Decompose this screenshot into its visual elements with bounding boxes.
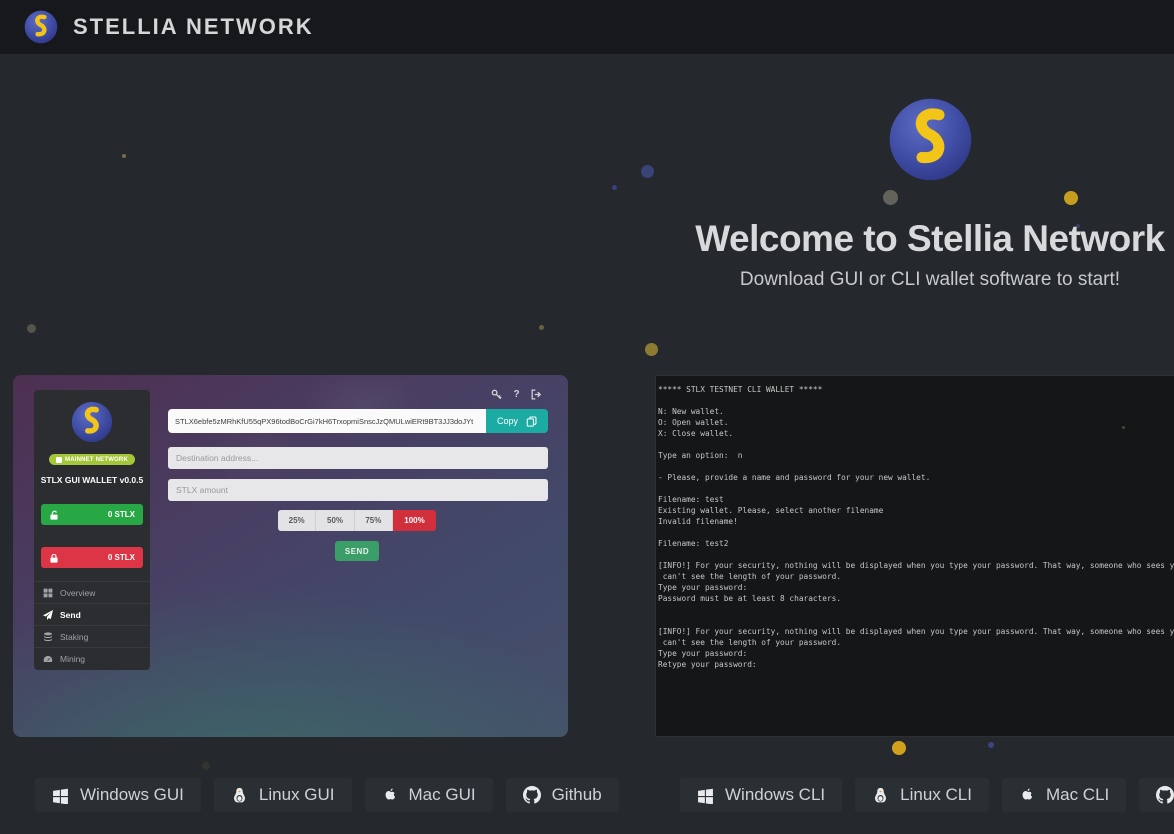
percent-25-button[interactable]: 25% xyxy=(278,510,316,531)
brand-link[interactable]: STELLIA NETWORK xyxy=(24,10,314,44)
download-mac-cli-button[interactable]: Mac CLI xyxy=(1002,778,1126,812)
windows-icon xyxy=(52,787,69,804)
menu-item-label: Staking xyxy=(60,632,88,642)
download-button-label: Windows CLI xyxy=(725,785,825,805)
key-icon[interactable] xyxy=(491,389,502,400)
decorative-dot xyxy=(202,762,210,770)
download-button-label: Mac GUI xyxy=(409,785,476,805)
wallet-address-field[interactable]: STLX6ebfe5zMRhKfU55qPX96todBoCrGi7kH6Trx… xyxy=(168,409,486,433)
gui-wallet-preview: MAINNET NETWORK STLX GUI WALLET v0.0.5 0… xyxy=(13,375,568,737)
menu-item-label: Overview xyxy=(60,588,95,598)
stellia-landing-page: STELLIA NETWORK Welcome to Stellia Netwo… xyxy=(0,0,1174,834)
server-icon xyxy=(56,457,62,463)
tux-icon xyxy=(872,787,889,804)
download-button-label: Github xyxy=(552,785,602,805)
download-button-label: Linux GUI xyxy=(259,785,335,805)
gui-download-group: Windows GUI Linux GUI Mac GUI Github xyxy=(35,778,619,812)
destination-address-input[interactable] xyxy=(168,447,548,469)
stellia-logo-icon xyxy=(71,401,113,443)
cli-download-group: Windows CLI Linux CLI Mac CLI Github xyxy=(680,778,1174,812)
unlocked-balance-value: 0 STLX xyxy=(108,510,135,519)
tux-icon xyxy=(231,787,248,804)
wallet-toolbar: ? xyxy=(491,389,542,400)
network-badge: MAINNET NETWORK xyxy=(49,454,135,465)
github-gui-button[interactable]: Github xyxy=(506,778,619,812)
menu-item-mining[interactable]: Mining xyxy=(34,647,150,669)
decorative-dot xyxy=(539,325,544,330)
download-button-label: Windows GUI xyxy=(80,785,184,805)
percent-50-button[interactable]: 50% xyxy=(316,510,354,531)
decorative-dot xyxy=(645,343,658,356)
decorative-dot xyxy=(892,741,906,755)
navbar-title: STELLIA NETWORK xyxy=(73,14,314,40)
percent-75-button[interactable]: 75% xyxy=(355,510,393,531)
hero-section: Welcome to Stellia Network Download GUI … xyxy=(650,97,1174,291)
download-linux-cli-button[interactable]: Linux CLI xyxy=(855,778,989,812)
wallet-address-row: STLX6ebfe5zMRhKfU55qPX96todBoCrGi7kH6Trx… xyxy=(168,409,548,433)
menu-item-overview[interactable]: Overview xyxy=(34,581,150,603)
page-subtitle: Download GUI or CLI wallet software to s… xyxy=(650,269,1174,291)
decorative-dot xyxy=(1122,426,1125,429)
unlocked-balance-button[interactable]: 0 STLX xyxy=(41,504,143,525)
stack-icon xyxy=(43,632,53,642)
windows-icon xyxy=(697,787,714,804)
navbar: STELLIA NETWORK xyxy=(0,0,1174,54)
locked-balance-value: 0 STLX xyxy=(108,553,135,562)
copy-button-label: Copy xyxy=(497,416,518,426)
help-icon[interactable]: ? xyxy=(511,389,522,400)
github-cli-button[interactable]: Github xyxy=(1139,778,1174,812)
stellia-logo-icon xyxy=(888,97,973,182)
decorative-dot xyxy=(27,324,36,333)
copy-icon xyxy=(526,416,537,427)
apple-icon xyxy=(1019,787,1035,803)
copy-address-button[interactable]: Copy xyxy=(486,409,548,433)
paper-plane-icon xyxy=(43,610,53,620)
page-title: Welcome to Stellia Network xyxy=(650,218,1174,260)
download-button-label: Mac CLI xyxy=(1046,785,1109,805)
wallet-menu: Overview Send Staking xyxy=(34,581,150,669)
menu-item-staking[interactable]: Staking xyxy=(34,625,150,647)
grid-icon xyxy=(43,588,53,598)
lock-icon xyxy=(49,553,59,563)
decorative-dot xyxy=(122,154,126,158)
download-linux-gui-button[interactable]: Linux GUI xyxy=(214,778,352,812)
gauge-icon xyxy=(43,654,53,664)
decorative-dot xyxy=(612,185,617,190)
menu-item-label: Send xyxy=(60,610,81,620)
decorative-dot xyxy=(988,742,994,748)
github-icon xyxy=(523,786,541,804)
github-icon xyxy=(1156,786,1174,804)
network-badge-label: MAINNET NETWORK xyxy=(65,457,128,463)
wallet-sidebar: MAINNET NETWORK STLX GUI WALLET v0.0.5 0… xyxy=(34,390,150,670)
locked-balance-button[interactable]: 0 STLX xyxy=(41,547,143,568)
cli-wallet-terminal: ***** STLX TESTNET CLI WALLET *****N: Ne… xyxy=(655,375,1174,737)
download-windows-gui-button[interactable]: Windows GUI xyxy=(35,778,201,812)
menu-item-send[interactable]: Send xyxy=(34,603,150,625)
percent-button-group: 25% 50% 75% 100% xyxy=(278,510,436,531)
amount-input[interactable] xyxy=(168,479,548,501)
sign-out-icon[interactable] xyxy=(531,389,542,400)
send-button[interactable]: SEND xyxy=(335,541,379,561)
download-button-label: Linux CLI xyxy=(900,785,972,805)
menu-item-label: Mining xyxy=(60,654,85,664)
wallet-version: STLX GUI WALLET v0.0.5 xyxy=(34,475,150,485)
download-windows-cli-button[interactable]: Windows CLI xyxy=(680,778,842,812)
terminal-output: ***** STLX TESTNET CLI WALLET *****N: Ne… xyxy=(658,384,1174,670)
download-mac-gui-button[interactable]: Mac GUI xyxy=(365,778,493,812)
stellia-logo-icon xyxy=(24,10,58,44)
percent-100-button[interactable]: 100% xyxy=(393,510,436,531)
apple-icon xyxy=(382,787,398,803)
unlock-icon xyxy=(49,510,59,520)
